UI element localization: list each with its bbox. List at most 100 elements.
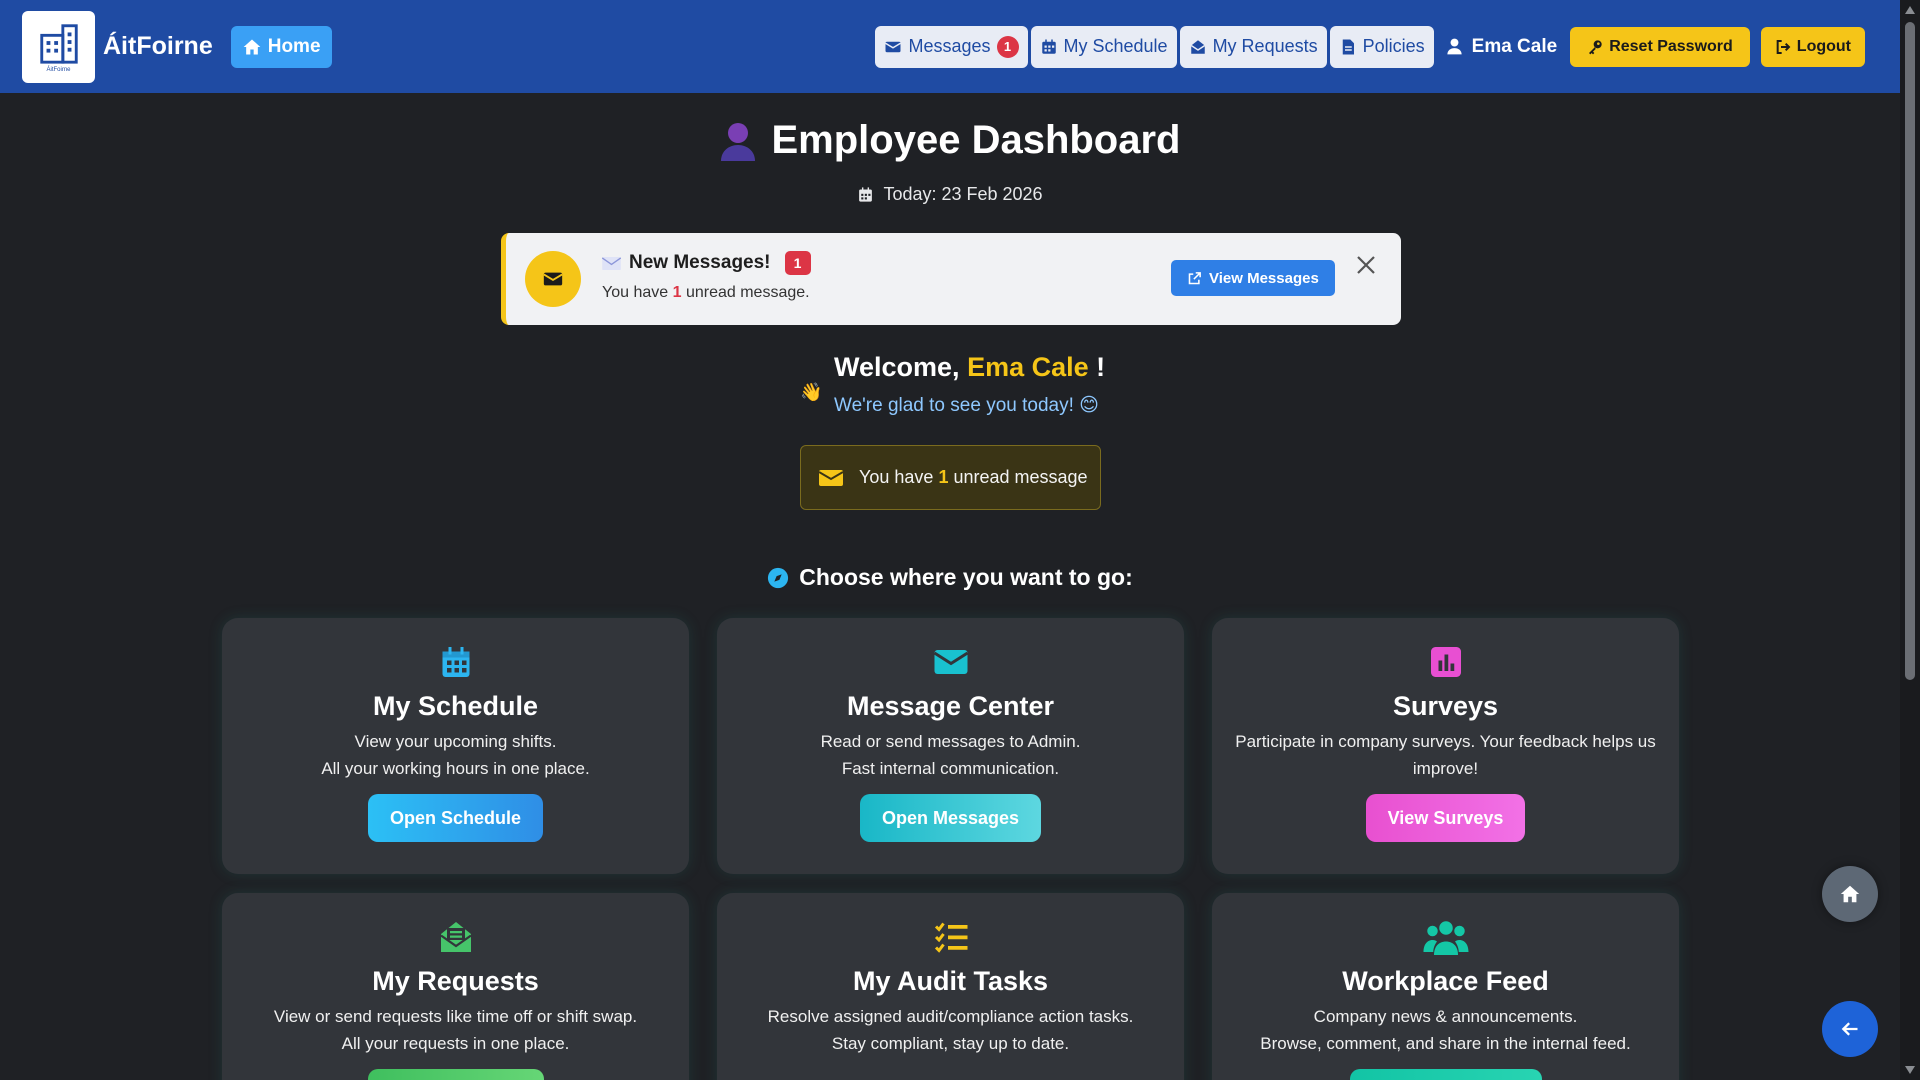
- envelope-icon: [885, 41, 902, 52]
- choose-heading: Choose where you want to go:: [0, 564, 1900, 591]
- floating-home-button[interactable]: [1822, 866, 1878, 922]
- nav-messages-label: Messages: [908, 36, 991, 56]
- nav-policies[interactable]: Policies: [1329, 25, 1434, 68]
- card-workplace-feed: Workplace Feed Company news & announceme…: [1212, 893, 1679, 1080]
- calendar-icon: [1041, 39, 1056, 54]
- welcome-heading: Welcome, Ema Cale !: [834, 352, 1105, 383]
- alert-title: New Messages! 1: [602, 251, 811, 275]
- alert-text-before: You have: [602, 284, 669, 301]
- welcome-greeting: Welcome,: [834, 352, 960, 382]
- logout-button[interactable]: Logout: [1760, 26, 1865, 67]
- welcome-subtitle: We're glad to see you today! 😊: [834, 395, 1099, 416]
- scroll-up-arrow[interactable]: [1905, 6, 1915, 14]
- card-description: Company news & announcements. Browse, com…: [1212, 1003, 1679, 1057]
- today-date: Today: 23 Feb 2026: [0, 184, 1900, 205]
- users-icon: [1423, 921, 1468, 955]
- document-icon: [1342, 39, 1354, 54]
- close-icon[interactable]: [1354, 253, 1378, 277]
- current-user: Ema Cale: [1445, 35, 1558, 58]
- page-title: Employee Dashboard: [0, 118, 1900, 163]
- alert-title-text: New Messages!: [629, 252, 771, 273]
- today-date-text: Today: 23 Feb 2026: [883, 184, 1043, 204]
- choose-heading-text: Choose where you want to go:: [799, 564, 1133, 590]
- mail-emoji-icon: [602, 256, 621, 270]
- key-icon: [1589, 39, 1602, 54]
- card-description: Participate in company surveys. Your fee…: [1212, 728, 1679, 782]
- home-button[interactable]: Home: [230, 25, 332, 68]
- card-my-requests: My Requests View or send requests like t…: [222, 893, 689, 1080]
- card-line-1: View or send requests like time off or s…: [273, 1007, 638, 1026]
- envelope-icon: [819, 469, 843, 486]
- card-title: Message Center: [846, 691, 1055, 721]
- card-line-1: Company news & announcements.: [1313, 1007, 1578, 1026]
- brand-name[interactable]: ÁitFoirne: [103, 32, 213, 61]
- card-title: My Requests: [372, 966, 539, 996]
- home-button-label: Home: [267, 35, 321, 57]
- messages-count-badge: 1: [996, 35, 1019, 58]
- current-user-name: Ema Cale: [1471, 35, 1558, 57]
- nav-my-schedule[interactable]: My Schedule: [1030, 25, 1177, 68]
- new-messages-alert: New Messages! 1 You have 1 unread messag…: [501, 233, 1401, 325]
- scroll-thumb[interactable]: [1905, 22, 1915, 680]
- card-line-2: Stay compliant, stay up to date.: [831, 1034, 1070, 1053]
- card-description: View or send requests like time off or s…: [222, 1003, 689, 1057]
- card-description: Resolve assigned audit/compliance action…: [717, 1003, 1184, 1057]
- logout-label: Logout: [1796, 37, 1851, 55]
- envelope-icon: [933, 650, 968, 674]
- envelope-open-icon: [1190, 39, 1205, 54]
- open-schedule-button[interactable]: Open Schedule: [367, 794, 544, 842]
- card-title: My Audit Tasks: [852, 966, 1049, 996]
- card-line-2: Fast internal communication.: [841, 759, 1060, 778]
- card-description: View your upcoming shifts. All your worki…: [222, 728, 689, 782]
- top-navbar: ÁitFoirne ÁitFoirne Home Messages 1 My S…: [0, 0, 1900, 93]
- page-scrollbar[interactable]: [1900, 0, 1920, 1080]
- wave-emoji: 👋: [800, 382, 823, 402]
- compass-icon: [768, 567, 789, 588]
- checklist-icon: [934, 922, 967, 953]
- card-surveys: Surveys Participate in company surveys. …: [1212, 618, 1679, 874]
- unread-count: 1: [938, 467, 949, 487]
- open-messages-button[interactable]: Open Messages: [859, 794, 1042, 842]
- card-message-center: Message Center Read or send messages to …: [717, 618, 1184, 874]
- person-icon: [721, 122, 756, 161]
- user-icon: [1447, 38, 1462, 55]
- card-line-2: All your working hours in one place.: [321, 759, 590, 778]
- brand-logo[interactable]: ÁitFoirne: [22, 10, 95, 83]
- requests-button[interactable]: [367, 1069, 544, 1080]
- view-surveys-button[interactable]: View Surveys: [1365, 794, 1526, 842]
- card-title: Workplace Feed: [1342, 966, 1549, 996]
- reset-password-button[interactable]: Reset Password: [1570, 26, 1750, 67]
- home-icon: [1840, 885, 1860, 903]
- scroll-down-arrow[interactable]: [1905, 1066, 1915, 1074]
- back-button[interactable]: [1822, 1001, 1878, 1057]
- card-my-schedule: My Schedule View your upcoming shifts. Al…: [222, 618, 689, 874]
- reset-password-label: Reset Password: [1609, 37, 1733, 55]
- unread-message-notice: You have 1 unread message: [800, 445, 1101, 510]
- nav-my-requests-label: My Requests: [1212, 36, 1318, 56]
- nav-my-requests[interactable]: My Requests: [1179, 25, 1327, 68]
- logout-icon: [1776, 39, 1791, 54]
- card-line-1: Participate in company surveys. Your fee…: [1235, 732, 1656, 778]
- envelope-open-icon: [439, 922, 472, 952]
- card-my-audit-tasks: My Audit Tasks Resolve assigned audit/co…: [717, 893, 1184, 1080]
- calendar-icon: [859, 187, 873, 202]
- unread-before: You have: [859, 467, 934, 487]
- card-description: Read or send messages to Admin. Fast inte…: [717, 728, 1184, 782]
- card-title: Surveys: [1392, 691, 1499, 721]
- unread-after: unread message: [953, 467, 1088, 487]
- welcome-exclaim: !: [1096, 352, 1106, 382]
- arrow-left-icon: [1841, 1022, 1858, 1036]
- card-line-2: All your requests in one place.: [341, 1034, 570, 1053]
- view-messages-button[interactable]: View Messages: [1171, 260, 1335, 296]
- nav-messages[interactable]: Messages 1: [875, 25, 1028, 68]
- card-line-1: View your upcoming shifts.: [354, 732, 557, 751]
- external-link-icon: [1188, 271, 1201, 284]
- envelope-icon: [543, 272, 563, 286]
- nav-policies-label: Policies: [1362, 36, 1425, 56]
- welcome-user-name: Ema Cale: [967, 352, 1089, 382]
- feed-button[interactable]: [1349, 1069, 1542, 1080]
- alert-unread-count: 1: [672, 284, 682, 301]
- unread-notice-text: You have 1 unread message: [859, 467, 1088, 488]
- alert-envelope-badge: [525, 251, 581, 307]
- card-line-2: Browse, comment, and share in the intern…: [1260, 1034, 1631, 1053]
